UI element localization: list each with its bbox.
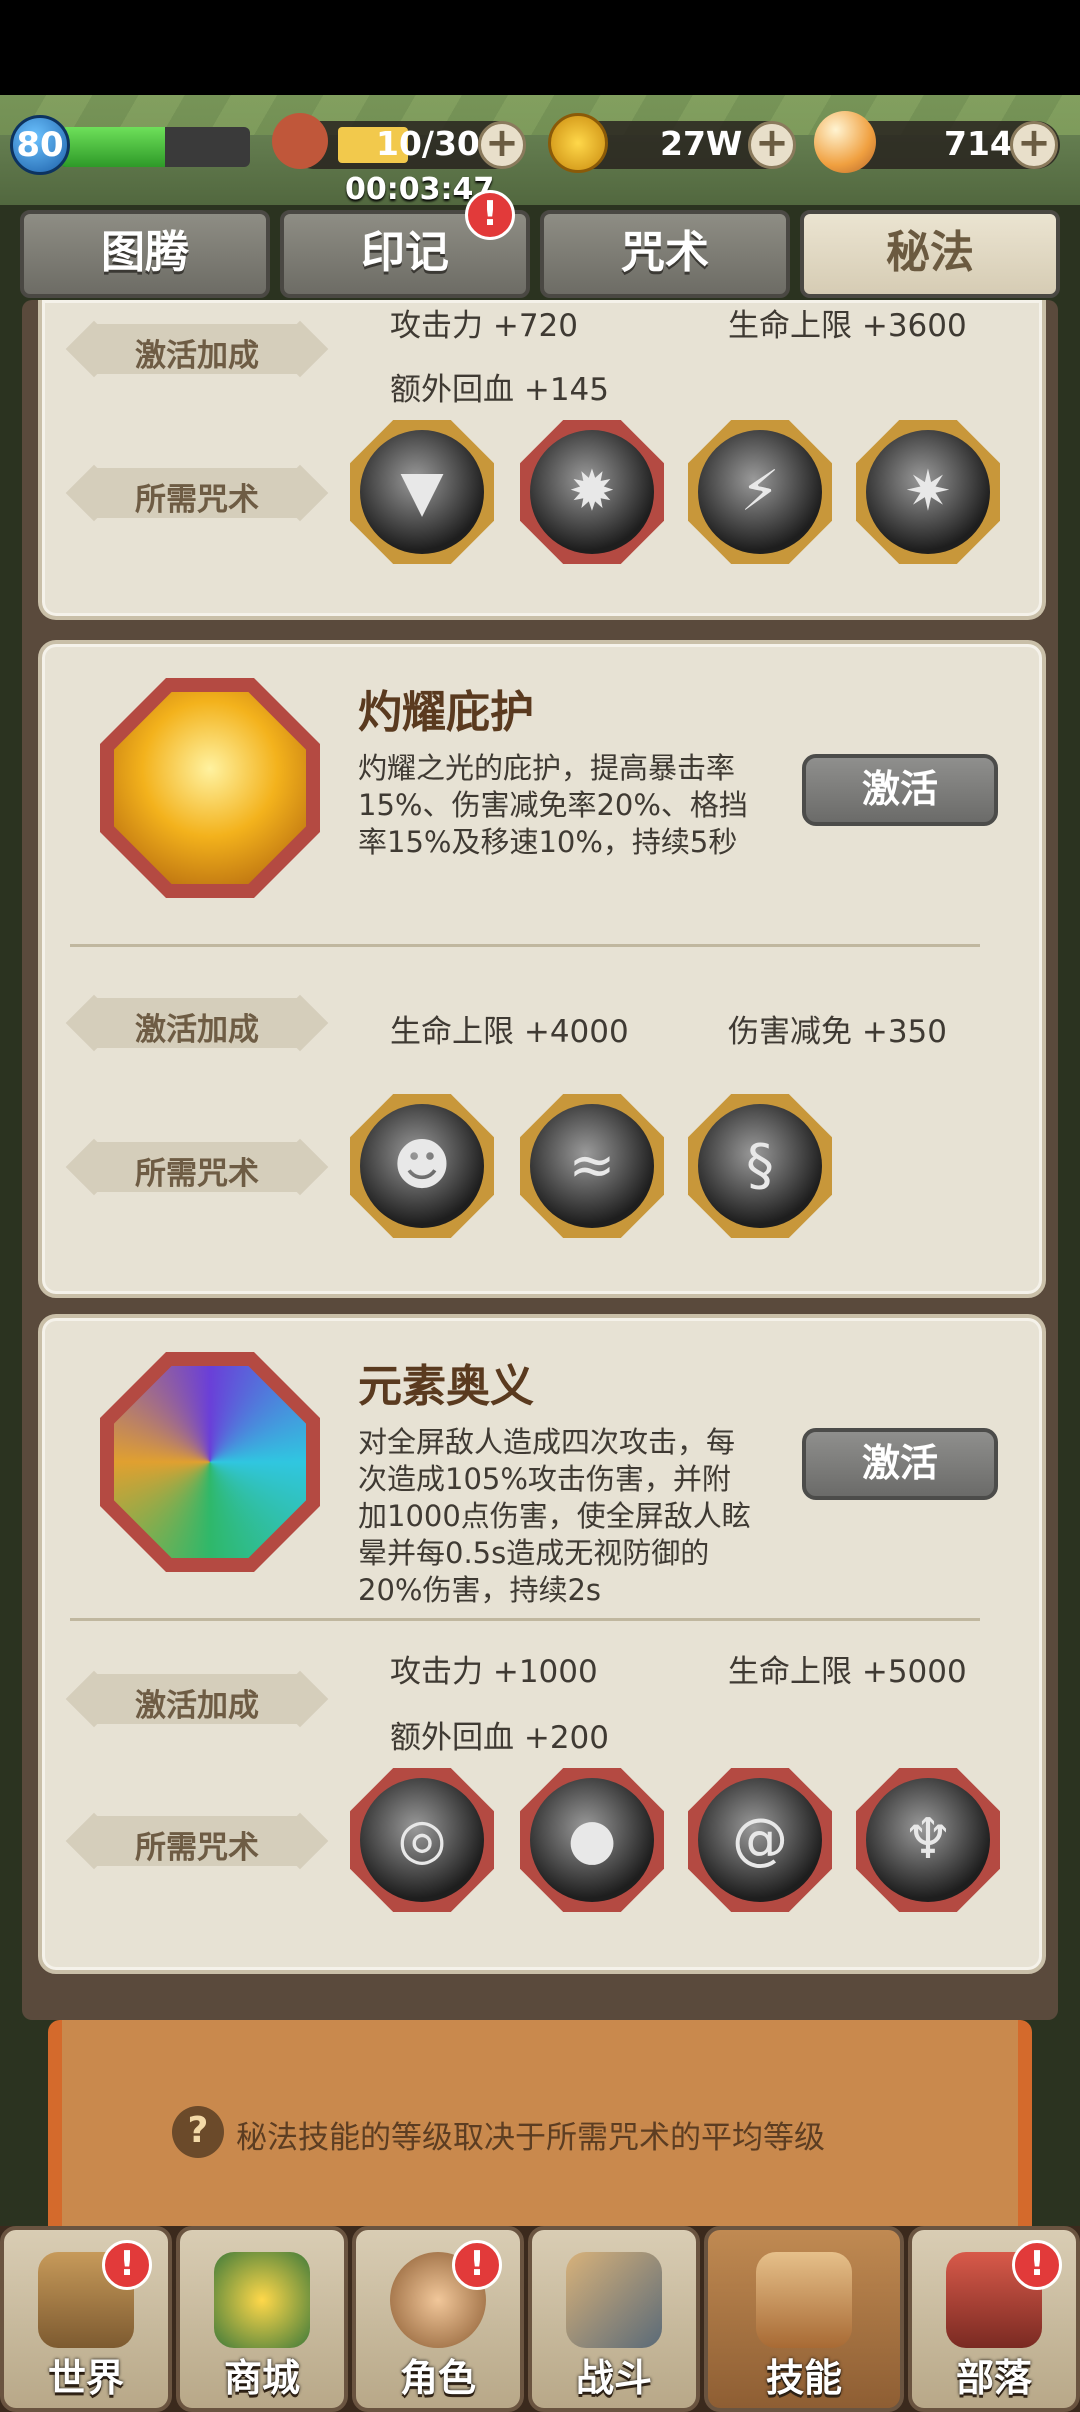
- required-label-text: 所需咒术: [135, 482, 259, 518]
- required-label: 所需咒术: [62, 460, 332, 526]
- stat-damage-reduction: 伤害减免 +350: [728, 1014, 947, 1050]
- gem-value: 714: [944, 124, 1013, 163]
- serpent-spell-icon[interactable]: §: [688, 1094, 832, 1238]
- nav-world-alert-badge: !: [102, 2240, 152, 2290]
- tab-curse[interactable]: 咒术: [540, 210, 790, 298]
- pearl-gem-icon: [814, 111, 876, 173]
- sunburst-spell-icon[interactable]: ✷: [856, 420, 1000, 564]
- ring-glyph: ◎: [397, 1807, 447, 1872]
- stat-extra-regen: 额外回血 +145: [390, 372, 609, 408]
- divider: [70, 1618, 980, 1621]
- bonus-label-text: 激活加成: [135, 1688, 259, 1724]
- info-text: 秘法技能的等级取决于所需咒术的平均等级: [236, 2120, 825, 2156]
- tab-mark-alert-badge: !: [465, 190, 515, 240]
- nav-world-label: 世界: [47, 2356, 124, 2400]
- ring-spell-icon[interactable]: ◎: [350, 1768, 494, 1912]
- nav-character-label: 角色: [399, 2356, 476, 2400]
- skill-tabs: 图腾 印记 咒术 秘法: [20, 210, 1060, 302]
- nav-battle-label: 战斗: [575, 2356, 652, 2400]
- bonus-label: 激活加成: [62, 316, 332, 382]
- wave-spell-icon[interactable]: ≈: [520, 1094, 664, 1238]
- dragon-spell-icon[interactable]: ♆: [856, 1768, 1000, 1912]
- beast-head-spell-icon[interactable]: ☻: [350, 1094, 494, 1238]
- gold-coin-icon: [548, 113, 608, 173]
- skill-title: 灼耀庇护: [358, 687, 534, 738]
- wave-glyph: ≈: [568, 1133, 616, 1198]
- dragon-glyph: ♆: [902, 1807, 954, 1872]
- sunburst-glyph: ✷: [904, 459, 952, 524]
- resource-bar: 80 10/30 + 27W + 714 +: [0, 95, 1080, 205]
- nav-skills[interactable]: 技能: [704, 2226, 904, 2412]
- beast-spell-icon[interactable]: ✹: [520, 420, 664, 564]
- tab-totem[interactable]: 图腾: [20, 210, 270, 298]
- stamina-value: 10/30: [376, 124, 480, 163]
- gold-value: 27W: [660, 124, 743, 163]
- stat-extra-regen: 额外回血 +200: [390, 1720, 609, 1756]
- fang-glyph: ▼: [400, 459, 444, 524]
- nav-battle[interactable]: 战斗: [528, 2226, 700, 2412]
- elemental-mystery-skill-icon[interactable]: [100, 1352, 320, 1572]
- lightning-glyph: ⚡: [740, 459, 780, 524]
- activate-button[interactable]: 激活: [802, 754, 998, 826]
- bonus-label-text: 激活加成: [135, 338, 259, 374]
- radiant-shield-skill-icon[interactable]: [100, 678, 320, 898]
- orb-spell-icon[interactable]: ●: [520, 1768, 664, 1912]
- divider: [70, 944, 980, 947]
- required-label-text: 所需咒术: [135, 1830, 259, 1866]
- status-bar: [0, 0, 1080, 95]
- stat-attack: 攻击力 +1000: [390, 1654, 598, 1690]
- add-stamina-button[interactable]: +: [478, 121, 526, 169]
- battle-axe-icon: [566, 2252, 662, 2348]
- add-gems-button[interactable]: +: [1010, 121, 1058, 169]
- required-label: 所需咒术: [62, 1808, 332, 1874]
- tab-arcane[interactable]: 秘法: [800, 210, 1060, 298]
- nav-tribe-alert-badge: !: [1012, 2240, 1062, 2290]
- player-level-badge[interactable]: 80: [10, 115, 70, 175]
- bonus-label-text: 激活加成: [135, 1012, 259, 1048]
- stat-max-hp: 生命上限 +5000: [728, 1654, 967, 1690]
- beast-glyph: ✹: [568, 459, 616, 524]
- stat-max-hp: 生命上限 +4000: [390, 1014, 629, 1050]
- nav-tribe-label: 部落: [955, 2356, 1032, 2400]
- skill-description: 灼耀之光的庇护，提高暴击率15%、伤害减免率20%、格挡率15%及移速10%，持…: [358, 751, 748, 859]
- skill-title: 元素奥义: [358, 1361, 534, 1412]
- stat-attack: 攻击力 +720: [390, 308, 578, 344]
- xp-bar: [60, 127, 250, 167]
- lightning-spell-icon[interactable]: ⚡: [688, 420, 832, 564]
- nav-shop[interactable]: 商城: [176, 2226, 348, 2412]
- beast-head-glyph: ☻: [392, 1133, 452, 1198]
- bonus-label: 激活加成: [62, 990, 332, 1056]
- fang-spell-icon[interactable]: ▼: [350, 420, 494, 564]
- serpent-glyph: §: [746, 1133, 774, 1198]
- stat-max-hp: 生命上限 +3600: [728, 308, 967, 344]
- add-gold-button[interactable]: +: [748, 121, 796, 169]
- xp-bar-fill: [60, 127, 165, 167]
- activate-button[interactable]: 激活: [802, 1428, 998, 1500]
- skill-book-icon: [756, 2252, 852, 2348]
- meat-icon: [272, 113, 328, 169]
- help-question-icon[interactable]: ?: [172, 2106, 224, 2158]
- whirl-glyph: @: [732, 1807, 788, 1872]
- nav-shop-label: 商城: [223, 2356, 300, 2400]
- nav-character-alert-badge: !: [452, 2240, 502, 2290]
- nav-skills-label: 技能: [765, 2356, 842, 2400]
- skill-description: 对全屏敌人造成四次攻击，每次造成105%攻击伤害，并附加1000点伤害，使全屏敌…: [358, 1425, 751, 1607]
- required-label-text: 所需咒术: [135, 1156, 259, 1192]
- required-label: 所需咒术: [62, 1134, 332, 1200]
- shop-icon: [214, 2252, 310, 2348]
- bottom-navigation: 世界 商城 角色 战斗 技能 部落: [0, 2226, 1080, 2412]
- orb-glyph: ●: [567, 1807, 617, 1872]
- whirl-spell-icon[interactable]: @: [688, 1768, 832, 1912]
- elemental-mystery-art: [114, 1366, 306, 1558]
- bonus-label: 激活加成: [62, 1666, 332, 1732]
